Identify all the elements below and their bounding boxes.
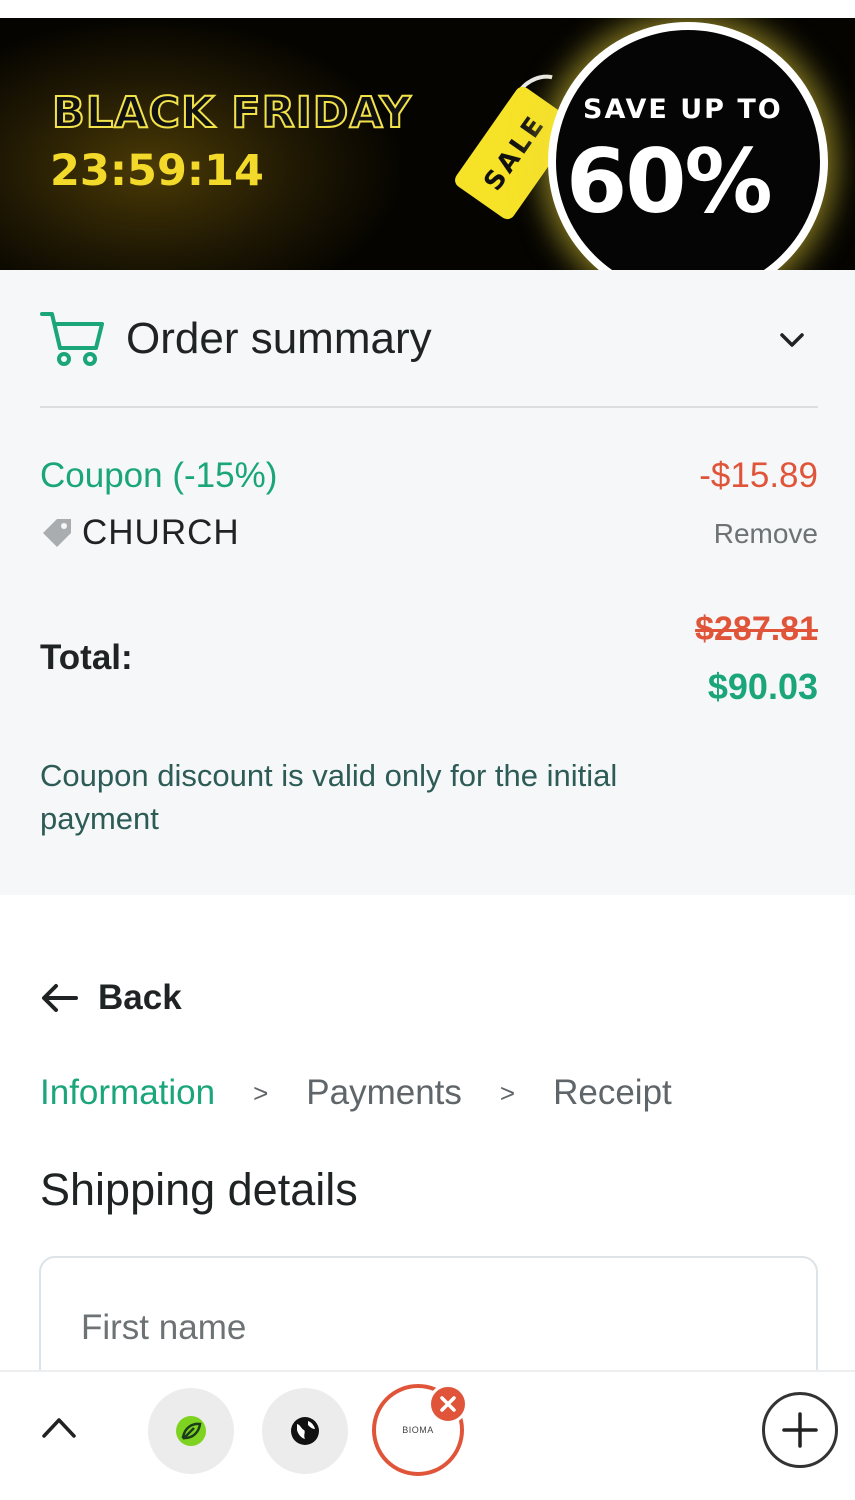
tag-icon (43, 519, 71, 547)
step-receipt[interactable]: Receipt (553, 1073, 672, 1113)
step-payments[interactable]: Payments (306, 1073, 462, 1113)
original-price: $287.81 (695, 610, 818, 648)
plus-icon (782, 1412, 818, 1448)
checkout-steps: Information > Payments > Receipt (40, 1073, 672, 1113)
coupon-note: Coupon discount is valid only for the in… (40, 758, 618, 836)
close-tab-button[interactable] (428, 1384, 468, 1424)
close-icon (440, 1396, 456, 1412)
save-percent: 60% (566, 130, 773, 233)
shipping-details-title: Shipping details (40, 1164, 358, 1215)
total-label: Total: (40, 638, 133, 677)
tab-globe[interactable] (262, 1388, 348, 1474)
coupon-label: Coupon (-15%) (40, 456, 278, 495)
save-up-to-label: SAVE UP TO (583, 94, 783, 125)
coupon-code: CHURCH (82, 513, 240, 552)
globe-icon (291, 1417, 319, 1445)
bioma-tab-label: BIOMA (402, 1425, 434, 1435)
chevron-up-icon[interactable] (40, 1412, 78, 1442)
coupon-code-row: CHURCH (40, 513, 240, 553)
discounted-price: $90.03 (707, 666, 818, 707)
summary-divider (40, 406, 818, 408)
tab-leaf[interactable] (148, 1388, 234, 1474)
coupon-amount: -$15.89 (699, 456, 818, 495)
remove-coupon-link[interactable]: Remove (714, 518, 818, 550)
countdown-timer: 23:59:14 (50, 146, 264, 196)
step-chevron-icon: > (253, 1077, 269, 1108)
banner-title: BLACK FRIDAY (51, 87, 412, 139)
step-information[interactable]: Information (40, 1073, 215, 1113)
new-tab-button[interactable] (762, 1392, 838, 1468)
black-friday-banner[interactable]: BLACK FRIDAY 23:59:14 SALE SAVE UP TO 60… (0, 18, 855, 270)
chevron-down-icon[interactable] (778, 326, 806, 354)
order-summary-header[interactable]: Order summary (40, 310, 818, 368)
order-summary-panel: Order summary Coupon (-15%) -$15.89 CHUR… (0, 270, 855, 895)
first-name-placeholder: First name (81, 1308, 247, 1347)
step-chevron-icon: > (499, 1077, 516, 1108)
order-summary-title: Order summary (126, 314, 432, 363)
status-strip (0, 0, 855, 18)
back-button[interactable]: Back (40, 978, 182, 1018)
arrow-left-icon (42, 984, 78, 1012)
sale-tag-label: SALE (478, 109, 552, 197)
leaf-tab-icon (176, 1416, 206, 1446)
back-label: Back (98, 978, 182, 1017)
browser-bottom-bar: BIOMA (0, 1370, 855, 1500)
cart-icon (40, 312, 104, 366)
